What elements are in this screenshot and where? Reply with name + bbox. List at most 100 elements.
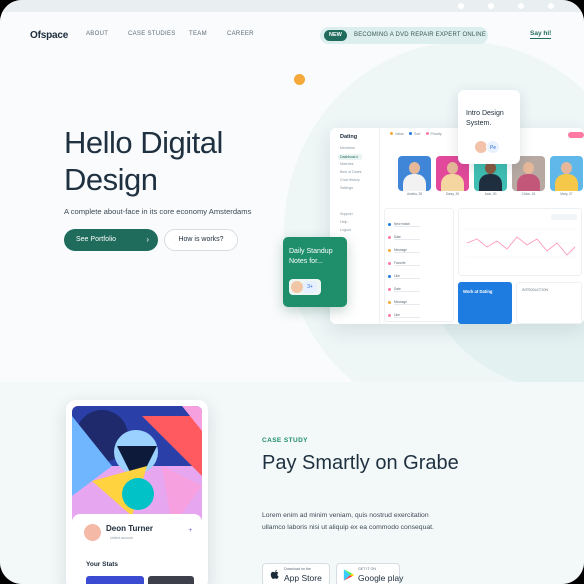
status-dot-icon	[388, 301, 391, 304]
hero-title: Hello Digital Design	[64, 125, 223, 197]
abstract-artwork	[72, 406, 202, 526]
profile-name: Deon Turner	[106, 524, 153, 533]
profile-name: Daisy, 26	[445, 192, 460, 196]
divider	[394, 265, 420, 266]
list-item: Date	[388, 235, 450, 241]
google-play-button[interactable]: GET IT ON Google play	[336, 563, 404, 584]
status-dot-icon	[388, 236, 391, 239]
apple-icon	[270, 569, 279, 579]
say-hi-link[interactable]: Say hi!	[530, 30, 552, 39]
sidebar-item: Help	[340, 220, 348, 224]
dashboard-title: Dating	[340, 134, 358, 140]
profile-card: Deon Turner United account + Your Stats	[72, 514, 202, 584]
daily-standup-card[interactable]: Daily Standup Notes for... 3+	[283, 237, 347, 307]
work-at-dating-card: Work at Dating	[458, 282, 512, 324]
status-dot-icon	[388, 288, 391, 291]
list-item: Date	[388, 287, 450, 293]
list-item: Favorite	[388, 261, 450, 267]
divider	[394, 252, 420, 253]
sidebar-item: Settings	[340, 186, 353, 190]
filter-label: Priority	[430, 132, 442, 136]
case-study-label: CASE STUDY	[262, 437, 308, 444]
status-dot-icon	[388, 262, 391, 265]
stats-heading: Your Stats	[86, 561, 119, 568]
app-store-button[interactable]: Download on the App Store	[262, 563, 330, 584]
intro-design-system-card[interactable]: Intro Design System. Pe	[458, 90, 520, 164]
profile-name: Mary, 27	[560, 192, 573, 196]
divider	[394, 291, 420, 292]
profile-photo	[550, 156, 583, 191]
nav-link-team[interactable]: TEAM	[189, 31, 207, 37]
work-at-dating-label: Work at Dating	[463, 289, 493, 294]
line-chart-graphic	[465, 214, 577, 258]
sidebar-item: Chat History	[340, 178, 360, 182]
case-study-body: Lorem enim ad minim veniam, quis nostrud…	[262, 512, 434, 531]
announcement-banner[interactable]: NEW BECOMING A DVD REPAIR EXPERT ONLINE	[320, 27, 488, 44]
avatar	[523, 162, 534, 174]
avatar	[291, 281, 303, 293]
dashboard-action-button	[568, 132, 584, 138]
avatar	[447, 162, 458, 174]
window-dot-icon[interactable]	[488, 3, 494, 9]
profile-name: Amelia, 28	[406, 192, 423, 196]
list-item: Message	[388, 248, 450, 254]
status-dot-icon	[388, 275, 391, 278]
dashboard-mockup: Dating Members Dashboard Matches Best of…	[330, 128, 584, 324]
divider	[394, 226, 420, 227]
dashboard-filters: Value Sort Priority	[386, 132, 442, 136]
profile-photo	[398, 156, 431, 191]
avatar	[555, 174, 578, 191]
avatar	[84, 524, 101, 541]
introduction-label: INTRODUCTION	[522, 288, 548, 292]
google-play-label: Google play	[358, 573, 404, 583]
nav-link-about[interactable]: ABOUT	[86, 31, 108, 37]
see-portfolio-button[interactable]: See Portfolio ›	[64, 229, 158, 251]
avatar	[517, 174, 540, 191]
avatar	[479, 174, 502, 191]
window-dot-icon[interactable]	[458, 3, 464, 9]
avatar	[561, 162, 572, 174]
filter-dot-icon	[408, 132, 412, 135]
status-dot-icon	[388, 314, 391, 317]
app-store-caption: Download on the	[284, 567, 311, 571]
sidebar-item: Best of Dates	[340, 170, 362, 174]
how-it-works-button[interactable]: How is works?	[164, 229, 238, 251]
nav-link-case-studies[interactable]: CASE STUDIES	[128, 31, 176, 37]
google-play-icon	[343, 569, 355, 581]
sidebar-item: Dashboard	[338, 154, 362, 160]
stat-tile	[86, 576, 144, 584]
profile-location: United account	[110, 536, 133, 540]
chevron-right-icon: ›	[146, 235, 149, 244]
list-item: New match	[388, 222, 450, 228]
avatar	[441, 174, 464, 191]
browser-frame: Ofspace ABOUT CASE STUDIES TEAM CAREER N…	[0, 0, 584, 584]
divider	[394, 278, 420, 279]
window-titlebar	[0, 0, 584, 12]
site-logo[interactable]: Ofspace	[30, 30, 68, 41]
avatar: Pe	[486, 140, 500, 154]
list-item: Like	[388, 274, 450, 280]
avatar-group: 3+	[289, 279, 321, 295]
intro-card-text: Intro Design System.	[466, 110, 504, 127]
abstract-art-graphic	[72, 406, 202, 526]
phone-mockup: Deon Turner United account + Your Stats	[66, 400, 208, 584]
introduction-card: INTRODUCTION	[516, 282, 582, 324]
divider	[394, 239, 420, 240]
case-study-title: Pay Smartly on Grabe	[262, 452, 459, 474]
filter-label: Value	[395, 132, 404, 136]
window-dot-icon[interactable]	[518, 3, 524, 9]
profile-name: Chloe, 24	[521, 192, 536, 196]
list-item: Message	[388, 300, 450, 306]
filter-label: Sort	[413, 132, 421, 136]
add-icon[interactable]: +	[188, 528, 192, 534]
app-store-label: App Store	[284, 573, 322, 583]
divider	[394, 304, 420, 305]
window-dot-icon[interactable]	[548, 3, 554, 9]
new-badge: NEW	[324, 30, 347, 41]
filter-dot-icon	[390, 132, 393, 135]
stat-tile	[148, 576, 194, 584]
nav-link-career[interactable]: CAREER	[227, 31, 254, 37]
hero-subtitle: A complete about-face in its core econom…	[64, 207, 252, 216]
google-play-caption: GET IT ON	[358, 567, 376, 571]
profile-name: Jack, 30	[484, 192, 497, 196]
